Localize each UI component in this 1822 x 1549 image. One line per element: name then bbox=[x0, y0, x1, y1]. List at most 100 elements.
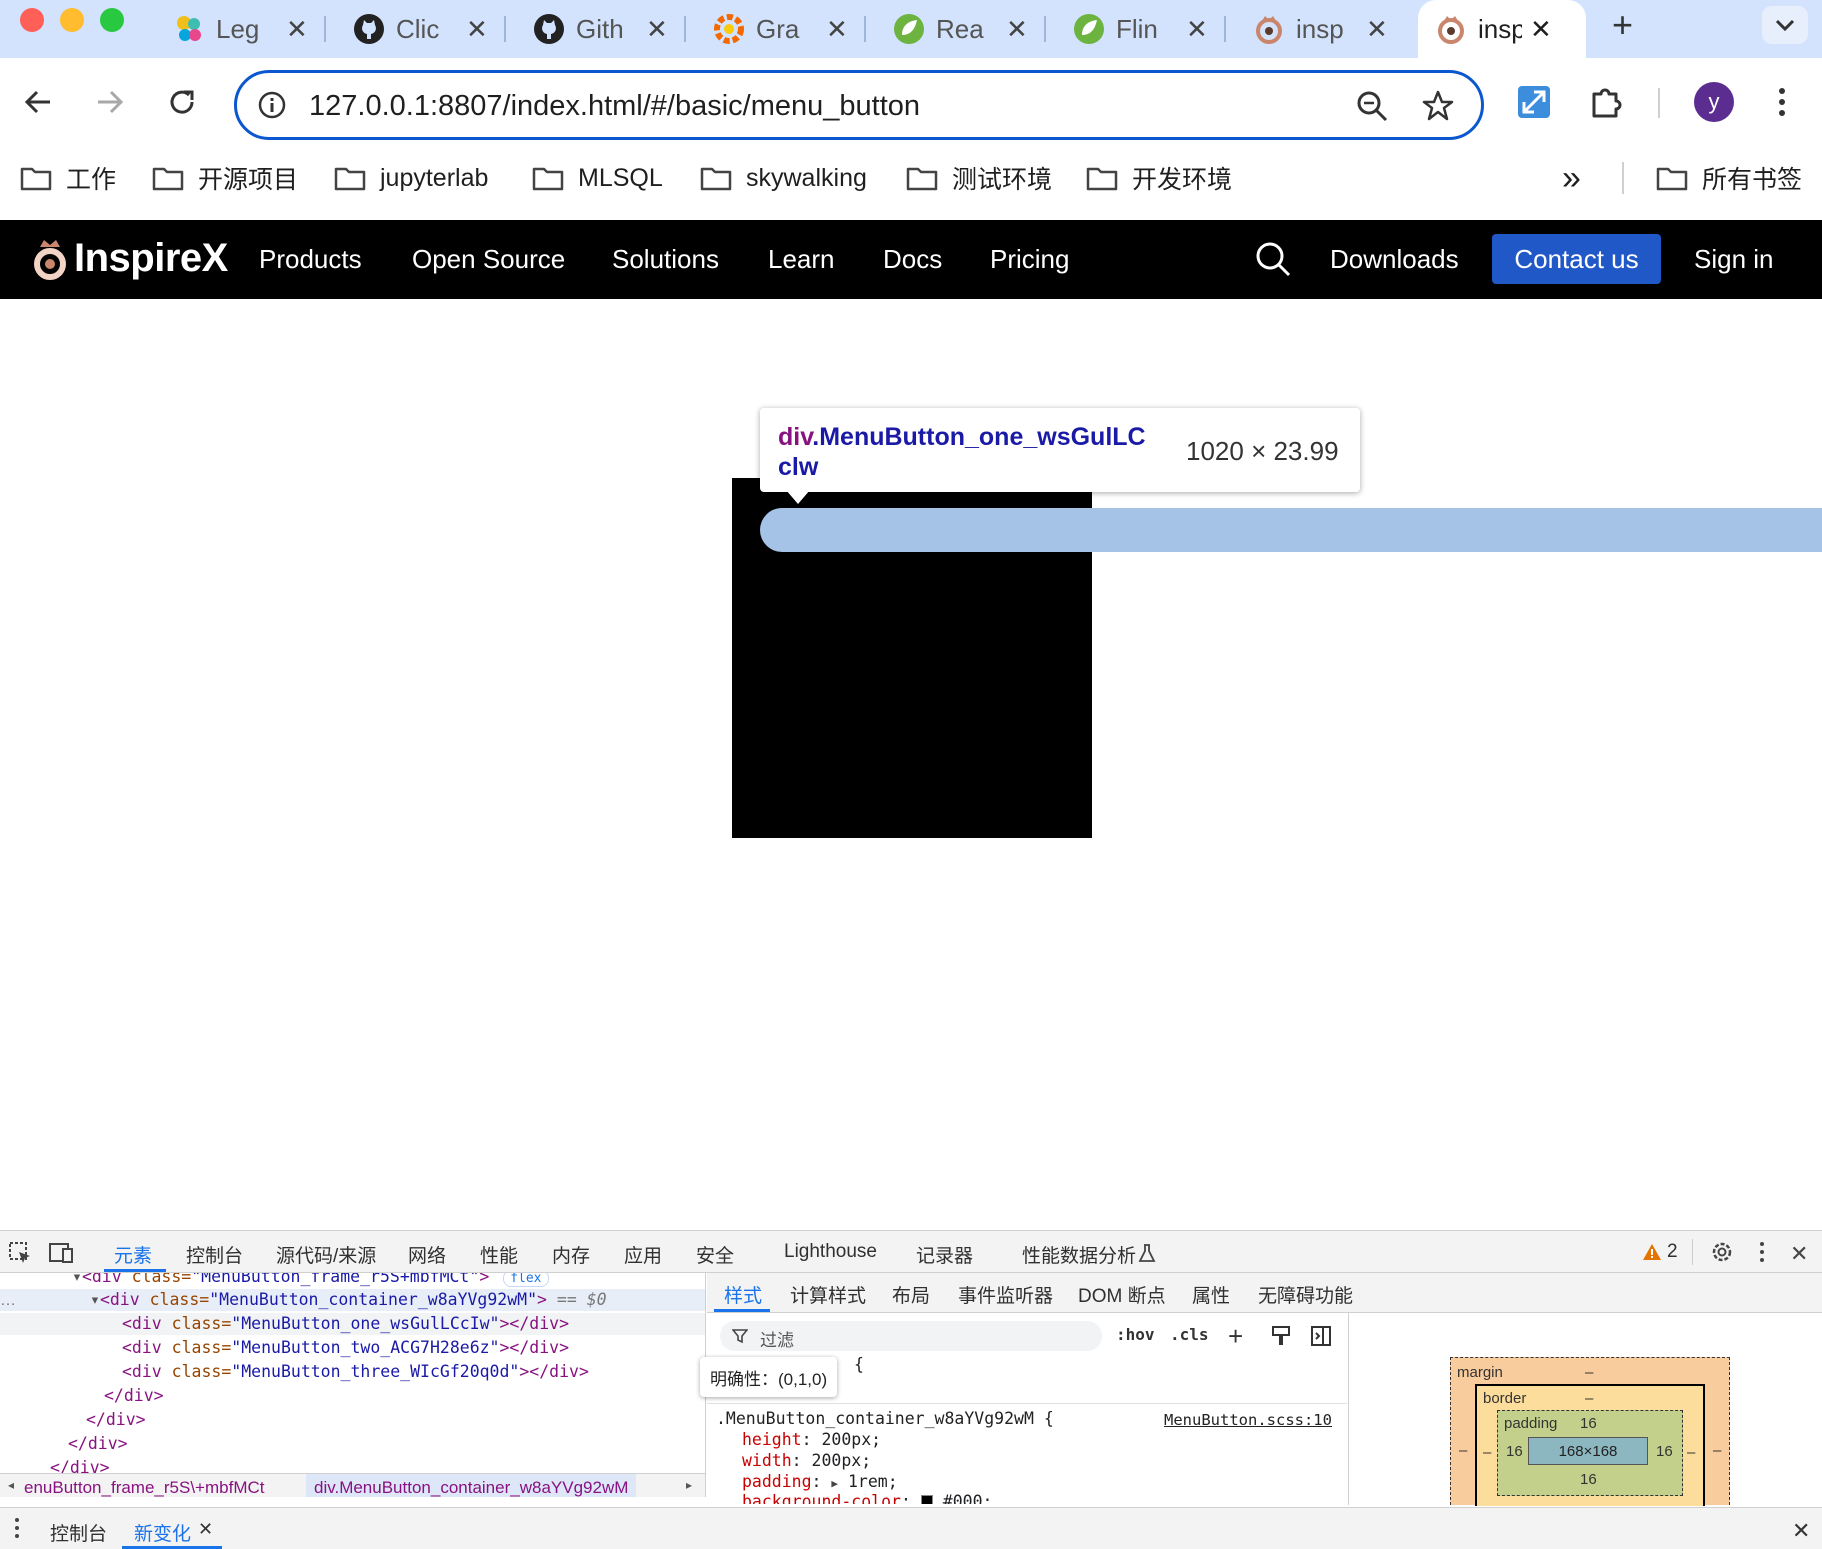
window-minimize-button[interactable] bbox=[60, 8, 84, 32]
devtools-tab-console[interactable]: 控制台 bbox=[186, 1241, 243, 1268]
drawer-close-icon[interactable]: ✕ bbox=[1792, 1518, 1810, 1544]
devtools-tab-performance[interactable]: 性能 bbox=[480, 1241, 518, 1268]
nav-learn[interactable]: Learn bbox=[768, 244, 835, 275]
style-prop-width[interactable]: width: 200px; bbox=[742, 1451, 871, 1470]
browser-tab[interactable]: insp ✕ bbox=[1252, 0, 1388, 58]
devtools-tab-network[interactable]: 网络 bbox=[408, 1241, 446, 1268]
close-icon[interactable]: ✕ bbox=[1006, 14, 1028, 45]
window-close-button[interactable] bbox=[20, 8, 44, 32]
sign-in-link[interactable]: Sign in bbox=[1694, 244, 1774, 275]
devtools-tab-recorder[interactable]: 记录器 bbox=[916, 1241, 973, 1268]
browser-tab-active[interactable]: insp ✕ bbox=[1418, 0, 1586, 58]
styles-tab-computed[interactable]: 计算样式 bbox=[790, 1281, 866, 1308]
bookmark-folder[interactable]: jupyterlab bbox=[334, 158, 488, 198]
box-model-border[interactable]: border – – – padding 16 16 16 16 168×168 bbox=[1475, 1384, 1705, 1506]
styles-tab-styles[interactable]: 样式 bbox=[724, 1281, 762, 1308]
close-icon[interactable]: ✕ bbox=[1186, 14, 1208, 45]
nav-solutions[interactable]: Solutions bbox=[612, 244, 719, 275]
extensions-puzzle-icon[interactable] bbox=[1588, 84, 1624, 120]
box-model-content[interactable]: 168×168 bbox=[1528, 1437, 1648, 1465]
drawer-menu-icon[interactable] bbox=[14, 1517, 20, 1539]
nav-docs[interactable]: Docs bbox=[883, 244, 942, 275]
site-logo[interactable]: InspireX bbox=[32, 236, 228, 281]
bookmark-folder[interactable]: 开源项目 bbox=[152, 158, 298, 198]
browser-tab[interactable]: Gra ✕ bbox=[712, 0, 866, 58]
dom-node-two[interactable]: <div class="MenuButton_two_ACG7H28e6z"><… bbox=[122, 1338, 569, 1357]
all-bookmarks-folder[interactable]: 所有书签 bbox=[1656, 158, 1802, 198]
devtools-tab-security[interactable]: 安全 bbox=[696, 1241, 734, 1268]
breadcrumb-item[interactable]: enuButton_frame_r5S\+mbfMCt bbox=[24, 1478, 264, 1497]
new-tab-button[interactable]: + bbox=[1612, 4, 1633, 46]
settings-gear-icon[interactable] bbox=[1710, 1240, 1734, 1264]
bookmarks-overflow-button[interactable]: » bbox=[1562, 158, 1581, 198]
paint-brush-icon[interactable] bbox=[1270, 1325, 1292, 1347]
search-icon[interactable] bbox=[1254, 240, 1292, 278]
bookmark-folder[interactable]: skywalking bbox=[700, 158, 867, 198]
devtools-tab-memory[interactable]: 内存 bbox=[552, 1241, 590, 1268]
box-model-padding[interactable]: padding 16 16 16 16 168×168 bbox=[1497, 1410, 1683, 1496]
devtools-more-icon[interactable] bbox=[1758, 1241, 1766, 1263]
dom-node-frame[interactable]: ▾<div class="MenuButton_frame_r5S+mbfMCt… bbox=[72, 1273, 549, 1287]
close-icon[interactable]: ✕ bbox=[826, 14, 848, 45]
close-icon[interactable]: ✕ bbox=[1366, 14, 1388, 45]
styles-tab-layout[interactable]: 布局 bbox=[892, 1281, 930, 1308]
style-prop-background-color[interactable]: background-color: #000; bbox=[742, 1492, 992, 1504]
close-icon[interactable]: ✕ bbox=[646, 14, 668, 45]
dom-node-one[interactable]: <div class="MenuButton_one_wsGulLCcIw"><… bbox=[122, 1314, 569, 1333]
nav-pricing[interactable]: Pricing bbox=[990, 244, 1069, 275]
inspect-element-icon[interactable] bbox=[8, 1241, 32, 1265]
box-model-margin[interactable]: margin – – – border – – – padding 16 16 … bbox=[1450, 1357, 1730, 1506]
browser-tab[interactable]: Gith ✕ bbox=[532, 0, 686, 58]
devtools-tab-application[interactable]: 应用 bbox=[624, 1241, 662, 1268]
devtools-close-icon[interactable]: ✕ bbox=[1790, 1241, 1808, 1267]
styles-tab-properties[interactable]: 属性 bbox=[1192, 1281, 1230, 1308]
style-prop-height[interactable]: height: 200px; bbox=[742, 1430, 881, 1449]
extension-icon[interactable] bbox=[1516, 84, 1552, 120]
address-bar[interactable]: 127.0.0.1:8807/index.html/#/basic/menu_b… bbox=[234, 70, 1484, 140]
dom-node-three[interactable]: <div class="MenuButton_three_WIcGf20q0d"… bbox=[122, 1362, 589, 1381]
dom-node-container[interactable]: ▾<div class="MenuButton_container_w8aYVg… bbox=[90, 1290, 607, 1309]
bookmark-folder[interactable]: 工作 bbox=[20, 158, 116, 198]
nav-products[interactable]: Products bbox=[259, 244, 362, 275]
zoom-icon[interactable] bbox=[1355, 89, 1389, 123]
toggle-sidebar-icon[interactable] bbox=[1310, 1325, 1332, 1347]
drawer-tab-close-icon[interactable]: ✕ bbox=[198, 1519, 213, 1540]
devtools-tab-elements[interactable]: 元素 bbox=[114, 1241, 152, 1268]
new-rule-icon[interactable]: + bbox=[1228, 1323, 1243, 1349]
back-icon[interactable] bbox=[20, 84, 56, 120]
kebab-menu-icon[interactable] bbox=[1776, 84, 1788, 120]
bookmark-folder[interactable]: 测试环境 bbox=[906, 158, 1052, 198]
nav-open-source[interactable]: Open Source bbox=[412, 244, 565, 275]
warning-icon[interactable] bbox=[1642, 1242, 1662, 1262]
cls-button[interactable]: .cls bbox=[1170, 1325, 1209, 1344]
tab-search-button[interactable] bbox=[1762, 6, 1808, 44]
styles-tab-event-listeners[interactable]: 事件监听器 bbox=[958, 1281, 1053, 1308]
nav-downloads[interactable]: Downloads bbox=[1330, 244, 1459, 275]
browser-tab[interactable]: Rea ✕ bbox=[892, 0, 1046, 58]
hov-button[interactable]: :hov bbox=[1116, 1325, 1155, 1344]
device-toolbar-icon[interactable] bbox=[48, 1241, 74, 1265]
breadcrumb-right-arrow[interactable]: ▸ bbox=[686, 1478, 692, 1492]
devtools-tab-sources[interactable]: 源代码/来源 bbox=[276, 1241, 376, 1268]
rule-selector[interactable]: .MenuButton_container_w8aYVg92wM { bbox=[716, 1409, 1054, 1428]
close-icon[interactable]: ✕ bbox=[286, 14, 308, 45]
profile-avatar[interactable]: y bbox=[1694, 82, 1734, 122]
bookmark-star-icon[interactable] bbox=[1421, 89, 1455, 123]
style-prop-padding[interactable]: padding: ▶ 1rem; bbox=[742, 1472, 898, 1491]
close-icon[interactable]: ✕ bbox=[1530, 14, 1552, 45]
forward-icon[interactable] bbox=[92, 84, 128, 120]
window-maximize-button[interactable] bbox=[100, 8, 124, 32]
reload-icon[interactable] bbox=[164, 84, 200, 120]
devtools-tab-lighthouse[interactable]: Lighthouse bbox=[784, 1241, 877, 1263]
flex-badge[interactable]: flex bbox=[503, 1273, 549, 1287]
browser-tab[interactable]: Flin ✕ bbox=[1072, 0, 1226, 58]
styles-filter-input[interactable]: 过滤 bbox=[720, 1321, 1102, 1351]
devtools-tab-perf-insights[interactable]: 性能数据分析 bbox=[1022, 1241, 1136, 1268]
drawer-tab-changes[interactable]: 新变化 bbox=[134, 1519, 191, 1546]
styles-tab-dom-breakpoints[interactable]: DOM 断点 bbox=[1078, 1281, 1166, 1308]
bookmark-folder[interactable]: 开发环境 bbox=[1086, 158, 1232, 198]
drawer-tab-console[interactable]: 控制台 bbox=[50, 1519, 107, 1546]
browser-tab[interactable]: Clic ✕ bbox=[352, 0, 506, 58]
rule-source-link[interactable]: MenuButton.scss:10 bbox=[1164, 1411, 1332, 1429]
breadcrumb-item-active[interactable]: div.MenuButton_container_w8aYVg92wM bbox=[306, 1474, 637, 1497]
